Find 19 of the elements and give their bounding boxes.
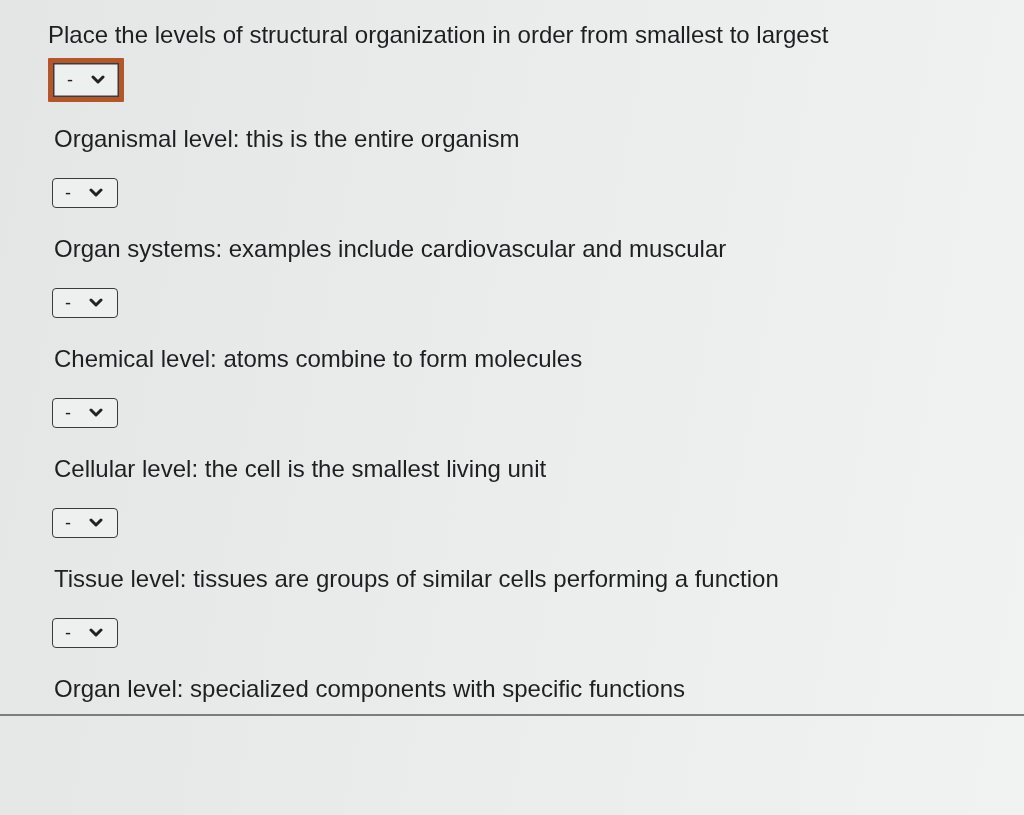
level-description: Chemical level: atoms combine to form molecules <box>54 344 583 374</box>
order-dropdown[interactable]: - <box>52 178 118 208</box>
level-description: Cellular level: the cell is the smallest living unit <box>54 454 547 484</box>
order-dropdown[interactable]: - <box>48 58 124 102</box>
question-prompt: Place the levels of structural organization in order from smallest to largest <box>48 20 830 50</box>
level-description: Organismal level: this is the entire organism <box>54 124 520 154</box>
chevron-down-icon <box>91 75 105 85</box>
order-dropdown[interactable]: - <box>52 398 118 428</box>
chevron-down-icon <box>89 628 103 638</box>
chevron-down-icon <box>89 408 103 418</box>
level-description: Tissue level: tissues are groups of similar cells performing a function <box>54 564 779 594</box>
order-dropdown[interactable]: - <box>52 288 118 318</box>
chevron-down-icon <box>89 518 103 528</box>
level-description: Organ level: specialized components with specific functions <box>54 674 685 704</box>
level-description: Organ systems: examples include cardiovascular and muscular <box>54 234 727 264</box>
chevron-down-icon <box>89 298 103 308</box>
order-dropdown[interactable]: - <box>52 508 118 538</box>
chevron-down-icon <box>89 188 103 198</box>
order-dropdown[interactable]: - <box>52 618 118 648</box>
